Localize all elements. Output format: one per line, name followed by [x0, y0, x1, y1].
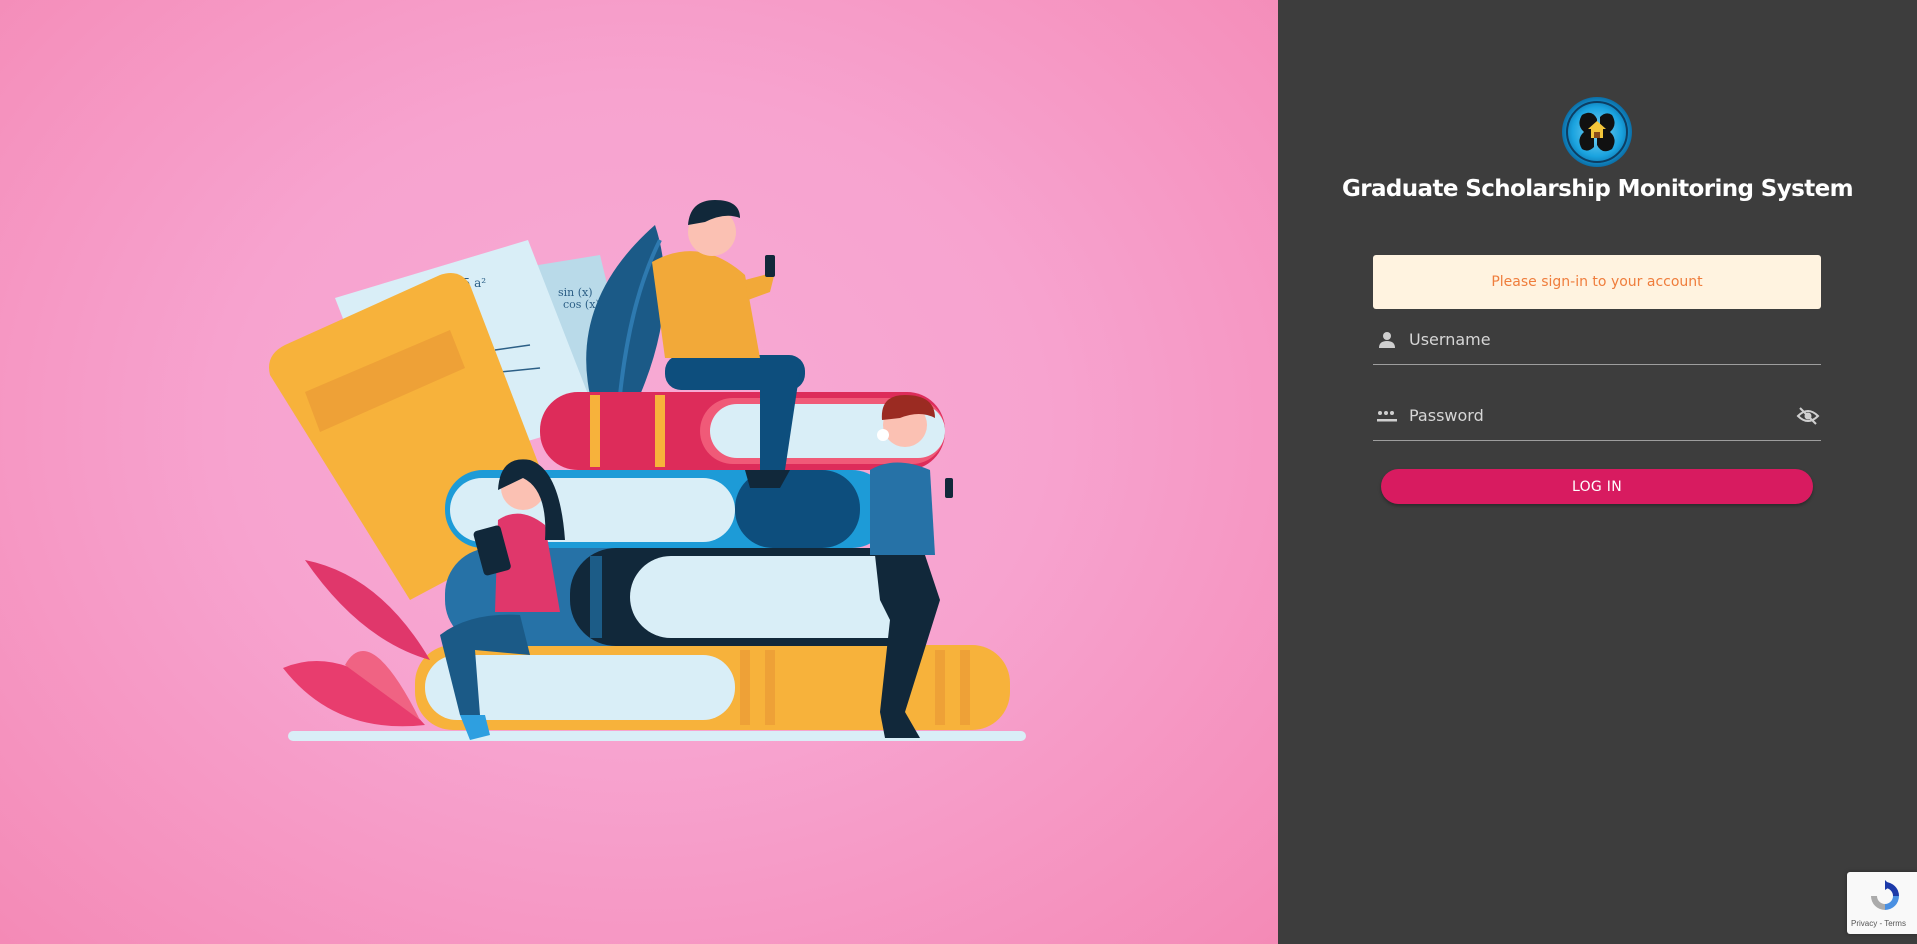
username-field: [1373, 315, 1821, 365]
user-icon: [1375, 328, 1399, 352]
eye-off-icon[interactable]: [1795, 404, 1821, 428]
signin-alert: Please sign-in to your account: [1373, 255, 1821, 309]
login-panel: Graduate Scholarship Monitoring System P…: [1278, 0, 1917, 944]
password-field: [1373, 391, 1821, 441]
recaptcha-icon: [1867, 878, 1903, 918]
leaf-dark: [586, 225, 665, 396]
password-dots-icon: [1375, 404, 1399, 428]
login-button[interactable]: LOG IN: [1381, 469, 1813, 504]
illustration-panel: √5 a² sin (x) cos (x): [0, 0, 1278, 944]
svg-text:cos (x): cos (x): [563, 298, 600, 311]
recaptcha-privacy-terms[interactable]: Privacy - Terms: [1851, 919, 1906, 928]
university-seal-icon: [1562, 97, 1632, 167]
username-input[interactable]: [1409, 330, 1821, 349]
students-with-books-illustration: √5 a² sin (x) cos (x): [269, 200, 1026, 741]
recaptcha-badge[interactable]: Privacy - Terms: [1847, 872, 1917, 934]
password-input[interactable]: [1409, 406, 1795, 425]
page-title: Graduate Scholarship Monitoring System: [1341, 176, 1854, 202]
